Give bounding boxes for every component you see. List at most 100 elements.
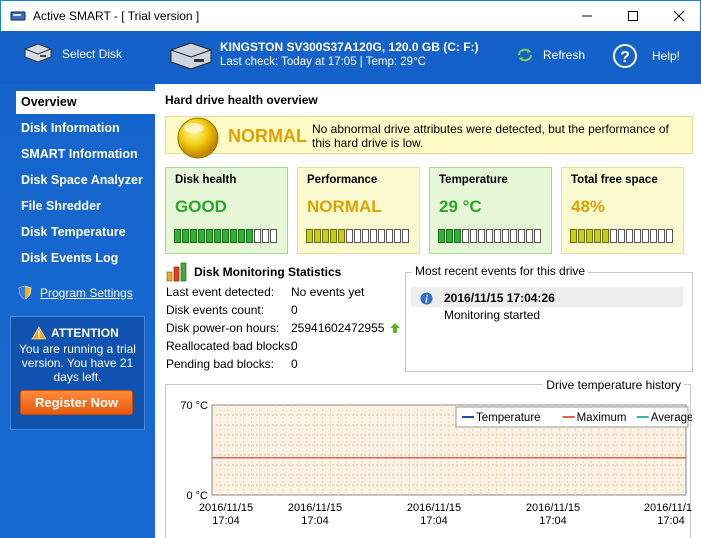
minimize-icon [582, 15, 592, 17]
level-segment [658, 229, 665, 243]
attention-heading: ATTENTION [31, 326, 119, 340]
level-segment [206, 229, 213, 243]
level-segment [230, 229, 237, 243]
select-disk-label: Select Disk [62, 47, 123, 61]
window-title: Active SMART - [ Trial version ] [33, 9, 200, 23]
x-tick-label: 2016/11/15 [199, 502, 253, 514]
level-segment [510, 229, 517, 243]
stat-label-reallocated: Reallocated bad blocks: [166, 339, 294, 353]
level-bar [174, 229, 278, 243]
minimize-button[interactable] [564, 1, 610, 31]
level-segment [330, 229, 337, 243]
bar-chart-icon [166, 262, 187, 282]
svg-text:?: ? [620, 49, 630, 66]
refresh-button[interactable]: Refresh [517, 48, 585, 62]
level-segment [586, 229, 593, 243]
attention-title: ATTENTION [51, 326, 119, 340]
level-segment [402, 229, 409, 243]
sidebar-item-disk-space-analyzer[interactable]: Disk Space Analyzer [16, 169, 155, 192]
level-segment [394, 229, 401, 243]
level-segment [354, 229, 361, 243]
trial-message: You are running a trial version. You hav… [19, 342, 136, 384]
level-segment [190, 229, 197, 243]
svg-text:i: i [425, 295, 428, 306]
level-segment [370, 229, 377, 243]
level-segment [462, 229, 469, 243]
warning-icon [31, 326, 47, 340]
page-title: Hard drive health overview [165, 93, 318, 107]
status-description: No abnormal drive attributes were detect… [312, 122, 669, 150]
status-word: NORMAL [228, 126, 307, 146]
register-now-button[interactable]: Register Now [20, 390, 133, 415]
x-tick-label: 17:04 [301, 515, 329, 527]
card-value: 48% [571, 197, 606, 216]
header-toolbar: Select Disk KINGSTON SV300S37A120G, 120.… [0, 31, 701, 84]
event-time: 2016/11/15 17:04:26 [444, 291, 555, 305]
level-bar [570, 229, 674, 243]
sidebar-item-smart-information[interactable]: SMART Information [16, 143, 155, 166]
help-label: Help! [652, 49, 681, 63]
level-segment [238, 229, 245, 243]
level-segment [594, 229, 601, 243]
select-disk-button[interactable]: Select Disk [22, 41, 122, 67]
level-segment [642, 229, 649, 243]
level-segment [570, 229, 577, 243]
close-button[interactable] [656, 1, 701, 31]
card-title: Disk health [175, 174, 237, 186]
level-segment [174, 229, 181, 243]
level-segment [338, 229, 345, 243]
level-segment [518, 229, 525, 243]
sidebar-item-file-shredder[interactable]: File Shredder [16, 195, 155, 218]
maximize-button[interactable] [610, 1, 656, 31]
health-status-banner: NORMAL No abnormal drive attributes were… [165, 116, 693, 159]
power-on-hours-value: 25941602472955 [291, 321, 385, 335]
level-segment [246, 229, 253, 243]
sidebar-item-disk-information[interactable]: Disk Information [16, 117, 155, 140]
hard-drive-icon [170, 42, 212, 70]
stats-heading: Disk Monitoring Statistics [166, 262, 341, 282]
level-segment [198, 229, 205, 243]
program-settings-link[interactable]: Program Settings [18, 285, 133, 300]
help-button[interactable]: ? Help! [612, 43, 680, 69]
stats-title: Disk Monitoring Statistics [194, 265, 342, 279]
recent-events-panel: Most recent events for this drive i 2016… [405, 264, 693, 372]
y-tick-label: 0 °C [186, 490, 208, 502]
sidebar-item-disk-temperature[interactable]: Disk Temperature [16, 221, 155, 244]
level-segment [578, 229, 585, 243]
level-segment [526, 229, 533, 243]
level-segment [262, 229, 269, 243]
level-segment [610, 229, 617, 243]
level-segment [534, 229, 541, 243]
card-temperature: Temperature 29 °C [429, 167, 552, 254]
level-segment [386, 229, 393, 243]
level-segment [650, 229, 657, 243]
card-performance: Performance NORMAL [297, 167, 420, 254]
level-segment [634, 229, 641, 243]
card-title: Performance [307, 174, 378, 186]
refresh-icon [518, 48, 532, 62]
chart-canvas: 70 °C0 °C2016/11/1517:042016/11/1517:042… [180, 400, 692, 527]
events-title: Most recent events for this drive [412, 264, 589, 278]
stat-value-reallocated: 0 [291, 339, 298, 353]
main-panel: Hard drive health overview NORMAL No abn… [155, 84, 701, 538]
arrow-up-icon [389, 323, 400, 333]
level-segment [626, 229, 633, 243]
x-tick-label: 2016/11/15 [288, 502, 342, 514]
level-segment [502, 229, 509, 243]
level-segment [378, 229, 385, 243]
x-tick-label: 17:04 [420, 515, 448, 527]
level-segment [214, 229, 221, 243]
level-segment [446, 229, 453, 243]
level-segment [222, 229, 229, 243]
level-segment [346, 229, 353, 243]
legend-label: Temperature [476, 412, 541, 424]
level-segment [438, 229, 445, 243]
level-segment [322, 229, 329, 243]
sidebar-item-disk-events-log[interactable]: Disk Events Log [16, 247, 155, 270]
x-tick-label: 2016/11/15 [526, 502, 580, 514]
level-segment [470, 229, 477, 243]
stat-label-last-event: Last event detected: [166, 285, 275, 299]
card-title: Temperature [439, 174, 508, 186]
help-icon: ? [613, 44, 637, 68]
sidebar-item-overview[interactable]: Overview [16, 91, 155, 114]
